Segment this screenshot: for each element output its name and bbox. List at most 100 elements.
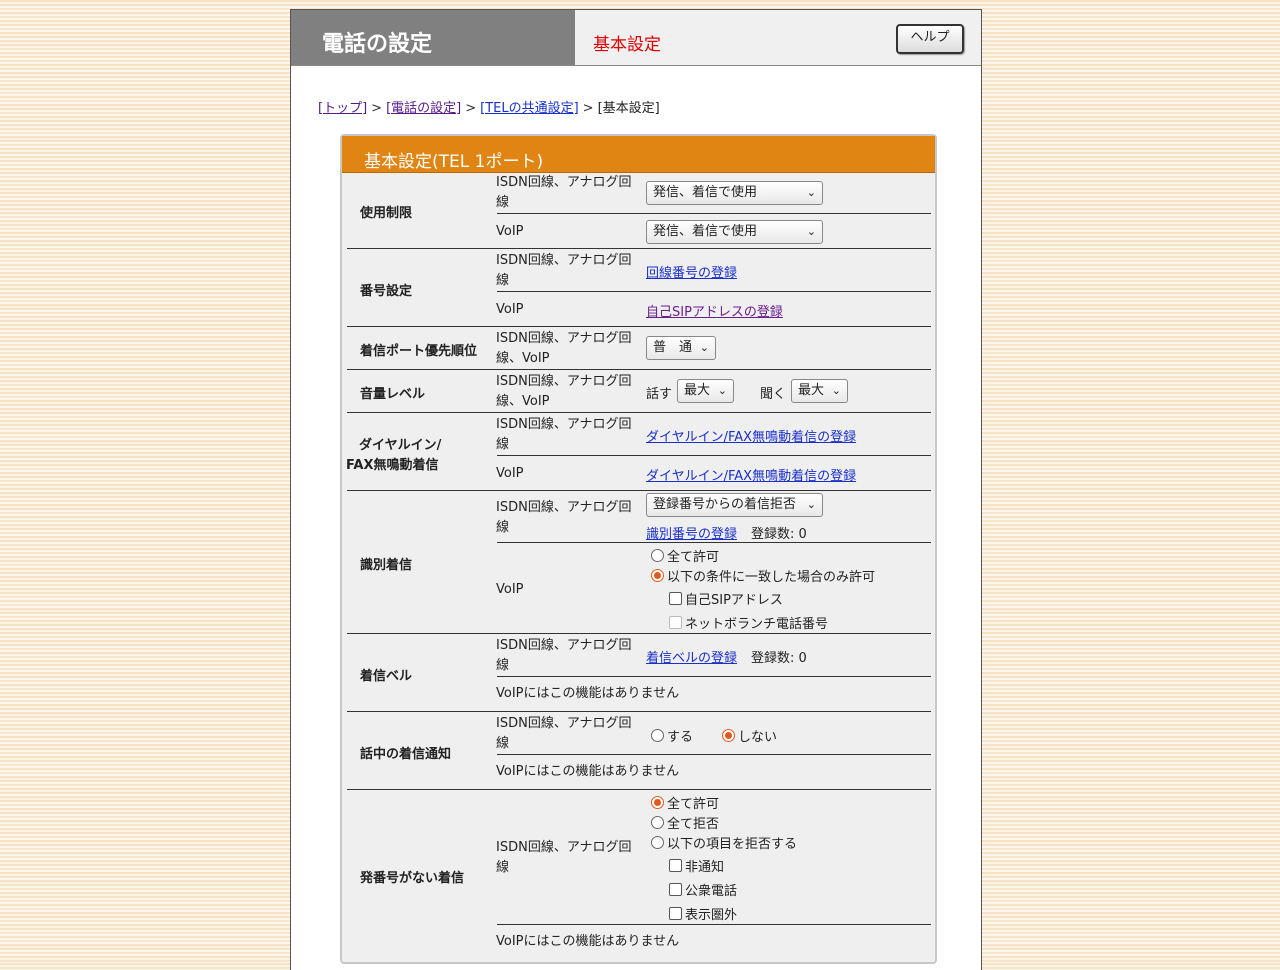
ident-voip-option-all[interactable]: 全て許可 [651,546,719,565]
nocaller-check-private[interactable]: 非通知 [669,856,724,875]
dialin-label-line1: ダイヤルイン/ [359,438,442,453]
section-divider [347,490,931,491]
volume-speak-select-value: 最大 [684,383,711,398]
ident-voip-check-sip[interactable]: 自己SIPアドレス [669,589,783,608]
ident-isdn-label: ISDN回線、アナログ回線 [496,500,632,535]
divider [497,754,931,755]
divider [497,676,931,677]
ident-voip-option-conditional-label: 以下の条件に一致した場合のみ許可 [667,570,876,585]
bell-isdn-label: ISDN回線、アナログ回線 [496,638,632,673]
nocaller-voip-note: VoIPにはこの機能はありません [496,934,680,949]
divider [497,291,931,292]
usage-voip-label: VoIP [496,224,524,239]
number-voip-link[interactable]: 自己SIPアドレスの登録 [646,301,783,320]
nocaller-check-public[interactable]: 公衆電話 [669,880,737,899]
bell-voip-note: VoIPにはこの機能はありません [496,686,680,701]
settings-panel: 基本設定(TEL 1ポート) 使用制限 ISDN回線、アナログ回線 発信、着信で… [340,134,937,964]
nocaller-check-out-label: 表示圏外 [685,908,738,923]
checkbox-disabled-icon [669,616,682,629]
nocaller-isdn-label: ISDN回線、アナログ回線 [496,840,632,875]
page-title: 電話の設定 [322,32,433,57]
breadcrumb-tel-common-link[interactable]: [TELの共通設定] [480,101,579,116]
dialin-label-line2: FAX無鳴動着信 [346,458,439,473]
breadcrumb-separator: > [371,101,383,116]
chevron-down-icon: ⌄ [831,384,841,397]
ident-voip-option-all-label: 全て許可 [667,550,720,565]
divider [497,542,931,543]
usage-label: 使用制限 [360,206,413,221]
radio-unselected-icon [651,816,664,829]
priority-select[interactable]: 普 通 ⌄ [646,336,716,360]
section-divider [347,248,931,249]
ident-voip-option-conditional[interactable]: 以下の条件に一致した場合のみ許可 [651,566,875,585]
dialin-isdn-link[interactable]: ダイヤルイン/FAX無鳴動着信の登録 [646,426,856,445]
busy-option-no[interactable]: しない [722,726,777,745]
breadcrumb-separator: > [465,101,477,116]
volume-label: 音量レベル [360,387,426,402]
bell-isdn-link[interactable]: 着信ベルの登録 [646,647,737,666]
section-divider [347,633,931,634]
breadcrumb: [トップ] > [電話の設定] > [TELの共通設定] > [基本設定] [318,97,660,116]
number-label: 番号設定 [360,284,413,299]
nocaller-option-reject-label: 全て拒否 [667,817,720,832]
checkbox-icon [669,859,682,872]
chevron-down-icon: ⌄ [806,498,816,511]
priority-select-value: 普 通 [653,340,693,355]
nocaller-check-public-label: 公衆電話 [685,884,738,899]
usage-voip-select[interactable]: 発信、着信で使用 ⌄ [646,220,823,244]
volume-speak-select[interactable]: 最大 ⌄ [677,379,734,403]
number-voip-label: VoIP [496,302,524,317]
volume-listen-select-value: 最大 [798,383,825,398]
dialin-isdn-label: ISDN回線、アナログ回線 [496,417,632,452]
volume-line-label: ISDN回線、アナログ回線、VoIP [496,374,632,409]
nocaller-check-out[interactable]: 表示圏外 [669,904,737,923]
radio-selected-icon [651,796,664,809]
page-subtitle: 基本設定 [593,35,661,55]
breadcrumb-phone-link[interactable]: [電話の設定] [386,101,461,116]
bell-label: 着信ベル [360,669,413,684]
number-isdn-link[interactable]: 回線番号の登録 [646,262,737,281]
busy-voip-note: VoIPにはこの機能はありません [496,764,680,779]
usage-isdn-select[interactable]: 発信、着信で使用 ⌄ [646,181,823,205]
busy-option-yes-label: する [667,730,694,745]
nocaller-option-items[interactable]: 以下の項目を拒否する [651,833,797,852]
busy-option-yes[interactable]: する [651,726,693,745]
radio-unselected-icon [651,836,664,849]
usage-isdn-label: ISDN回線、アナログ回線 [496,175,632,210]
chevron-down-icon: ⌄ [806,225,816,238]
priority-line-label: ISDN回線、アナログ回線、VoIP [496,331,632,366]
breadcrumb-top-link[interactable]: [トップ] [318,101,367,116]
header-title-area: 電話の設定 [291,10,575,65]
nocaller-check-private-label: 非通知 [685,860,725,875]
priority-label: 着信ポート優先順位 [360,344,478,359]
section-divider [347,369,931,370]
divider [497,924,931,925]
dialin-voip-label: VoIP [496,466,524,481]
chevron-down-icon: ⌄ [806,186,816,199]
bell-isdn-count: 登録数: 0 [751,651,807,666]
ident-label: 識別着信 [360,558,413,573]
ident-isdn-select[interactable]: 登録番号からの着信拒否 ⌄ [646,493,823,517]
ident-isdn-link[interactable]: 識別番号の登録 [646,523,737,542]
ident-voip-check-branch-label: ネットボランチ電話番号 [685,617,829,632]
usage-voip-select-value: 発信、着信で使用 [653,224,758,239]
nocaller-option-reject[interactable]: 全て拒否 [651,813,719,832]
volume-listen-label: 聞く [760,387,787,402]
help-button[interactable]: ヘルプ [896,24,964,54]
busy-option-no-label: しない [738,730,778,745]
ident-voip-label: VoIP [496,582,524,597]
volume-listen-select[interactable]: 最大 ⌄ [791,379,848,403]
section-divider [347,789,931,790]
dialin-voip-link[interactable]: ダイヤルイン/FAX無鳴動着信の登録 [646,465,856,484]
nocaller-option-allow[interactable]: 全て許可 [651,793,719,812]
nocaller-option-allow-label: 全て許可 [667,797,720,812]
chevron-down-icon: ⌄ [699,341,709,354]
page-header: 電話の設定 基本設定 ヘルプ [291,10,981,66]
ident-isdn-count: 登録数: 0 [751,527,807,542]
checkbox-icon [669,592,682,605]
nocaller-label: 発番号がない着信 [360,871,465,886]
main-page: 電話の設定 基本設定 ヘルプ [トップ] > [電話の設定] > [TELの共通設定] >… [290,9,982,970]
divider [497,455,931,456]
checkbox-icon [669,907,682,920]
header-subtitle-area: 基本設定 ヘルプ [575,10,981,65]
